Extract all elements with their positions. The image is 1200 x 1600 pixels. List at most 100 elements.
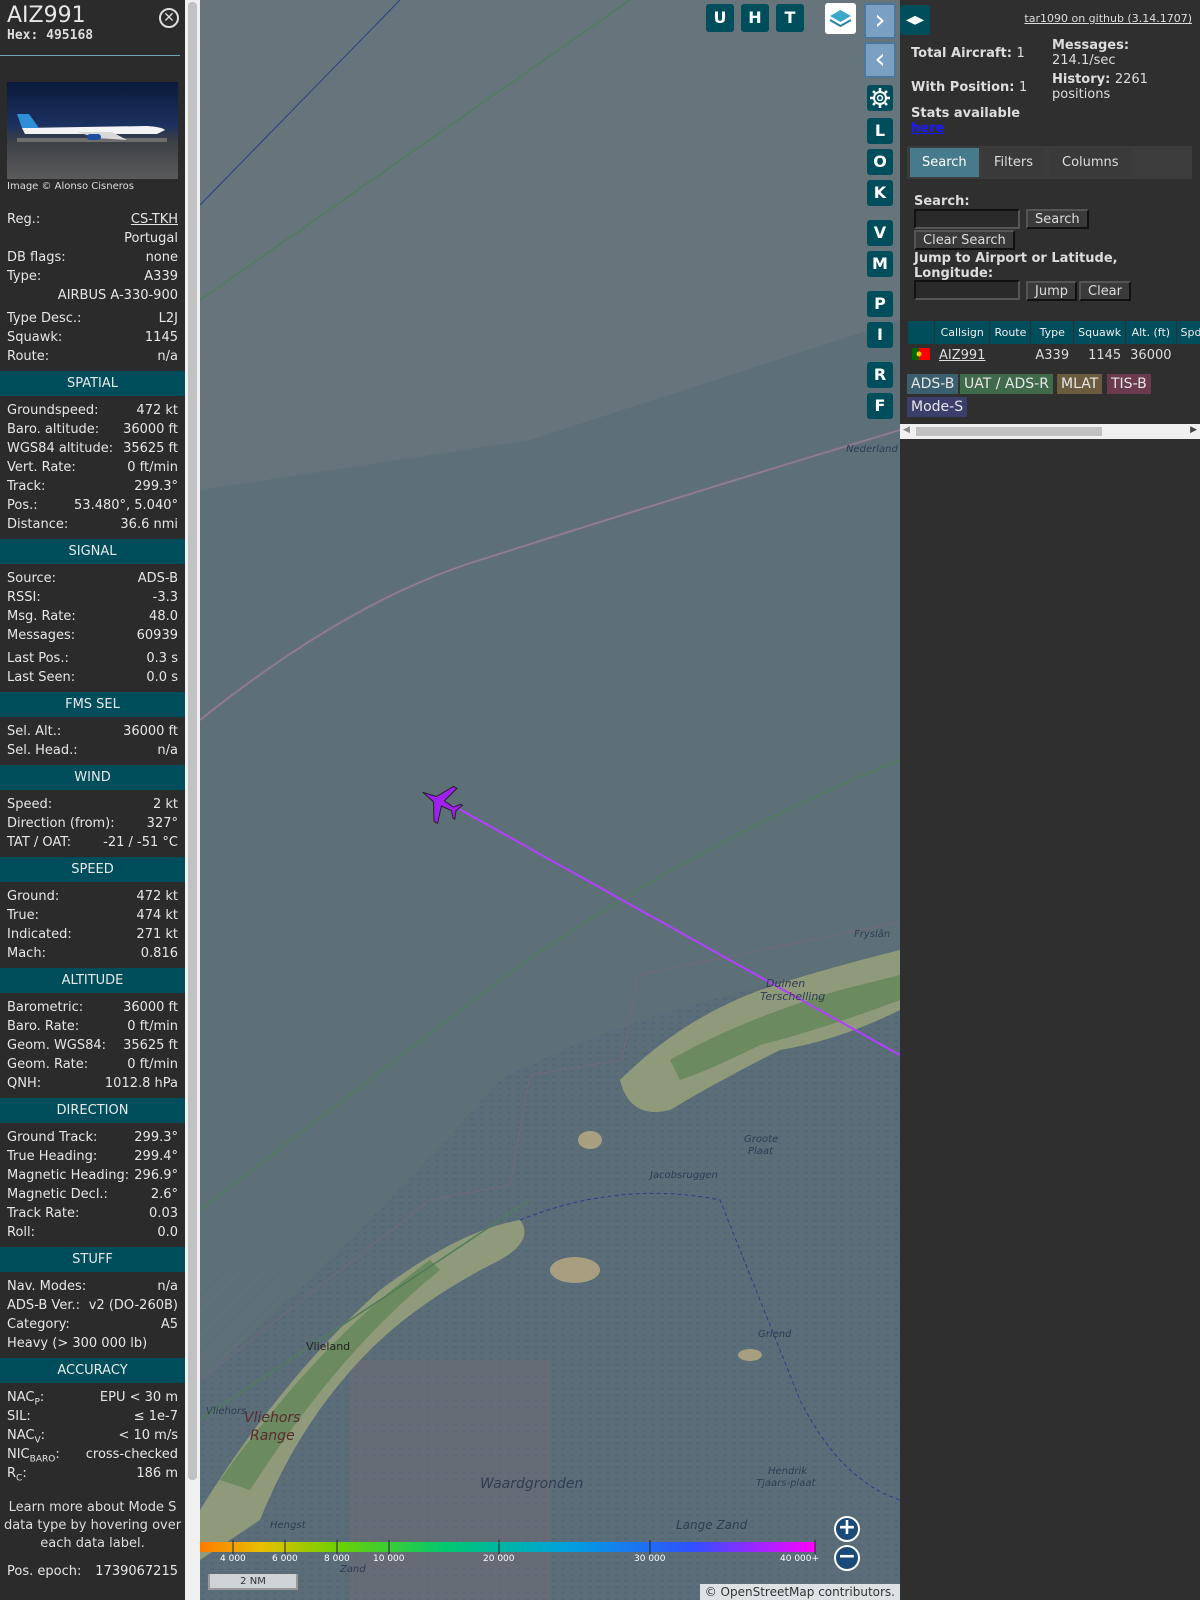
aircraft-photo[interactable] [7, 82, 178, 179]
tab-filters[interactable]: Filters [982, 148, 1045, 177]
info-row: NACP: EPU < 30 m [0, 1388, 185, 1408]
info-value: 60939 [136, 628, 178, 643]
scroll-left-icon[interactable]: ◀ [903, 425, 910, 435]
info-label: Mach: [7, 946, 46, 961]
zoom-out-button[interactable]: − [834, 1545, 860, 1571]
col-callsign[interactable]: Callsign [933, 320, 991, 345]
section-header[interactable]: FMS SEL [0, 692, 185, 717]
badge-adsb: ADS-B [907, 374, 959, 394]
map-button-i[interactable]: I [867, 322, 893, 348]
section-header[interactable]: WIND [0, 765, 185, 790]
clear-jump-button[interactable]: Clear [1079, 281, 1131, 301]
info-scrollbar[interactable] [185, 0, 200, 1600]
map-button-f[interactable]: F [867, 393, 893, 419]
chevron-left-icon[interactable]: ‹ [864, 42, 896, 78]
table-hscrollbar-thumb[interactable] [916, 427, 1102, 436]
zoom-in-button[interactable]: + [834, 1516, 860, 1542]
chevron-right-icon[interactable]: › [864, 3, 896, 39]
map-button-h[interactable]: H [741, 4, 769, 32]
info-row: Ground Track: 299.3° [0, 1128, 185, 1147]
altitude-tick-label: 10 000 [373, 1554, 405, 1564]
info-label: DB flags: [7, 250, 66, 265]
info-row: Track: 299.3° [0, 477, 185, 496]
col-route[interactable]: Route [989, 320, 1032, 345]
info-row: AIRBUS A-330-900 [0, 286, 185, 305]
info-label: Sel. Head.: [7, 743, 78, 758]
col-squawk[interactable]: Squawk [1073, 320, 1127, 345]
jump-button[interactable]: Jump [1026, 281, 1077, 301]
col-type[interactable]: Type [1030, 320, 1075, 345]
info-value: -21 / -51 °C [103, 835, 178, 850]
aircraft-photo-plane [17, 114, 167, 142]
section-header[interactable]: ALTITUDE [0, 968, 185, 993]
map-button-k[interactable]: K [867, 180, 893, 206]
info-label: ADS-B Ver.: [7, 1298, 80, 1313]
info-label: Baro. altitude: [7, 422, 100, 437]
map-button-v[interactable]: V [867, 220, 893, 246]
section-header[interactable]: DIRECTION [0, 1098, 185, 1123]
info-label: Barometric: [7, 1000, 84, 1015]
close-icon[interactable]: ✕ [159, 8, 179, 28]
map-label: Nederland [846, 444, 898, 455]
aircraft-marker-icon[interactable] [413, 775, 468, 830]
tab-search[interactable]: Search [910, 148, 979, 177]
section-header[interactable]: ACCURACY [0, 1358, 185, 1383]
registration-link[interactable]: CS-TKH [131, 212, 178, 227]
total-aircraft: Total Aircraft: 1 [911, 46, 1025, 61]
info-row: Sel. Alt.: 36000 ft [0, 722, 185, 741]
section-header[interactable]: SPEED [0, 857, 185, 882]
section-header[interactable]: STUFF [0, 1247, 185, 1272]
info-row: Messages: 60939 [0, 626, 185, 645]
jump-input[interactable] [914, 280, 1020, 300]
col-altitude[interactable]: Alt. (ft) [1125, 320, 1177, 345]
altitude-legend-labels: 4 000 6 000 8 000 10 000 20 000 30 000 4… [200, 1554, 820, 1568]
info-scrollbar-thumb[interactable] [188, 2, 197, 1480]
info-row: True: 474 kt [0, 906, 185, 925]
table-hscrollbar[interactable]: ◀ ▶ [900, 424, 1200, 439]
search-button[interactable]: Search [1026, 209, 1089, 229]
osm-link[interactable]: OpenStreetMap [721, 1585, 815, 1599]
col-flag[interactable] [907, 320, 935, 345]
total-aircraft-value: 1 [1016, 46, 1025, 61]
tab-columns[interactable]: Columns [1050, 148, 1131, 177]
section-header[interactable]: SIGNAL [0, 539, 185, 564]
settings-button[interactable] [867, 85, 893, 111]
map-button-r[interactable]: R [867, 362, 893, 388]
info-label: Direction (from): [7, 816, 115, 831]
info-label-text: NIC [7, 1447, 30, 1462]
map-attribution: © OpenStreetMap contributors. [699, 1584, 900, 1600]
stats-link[interactable]: here [911, 121, 944, 136]
info-label: Vert. Rate: [7, 460, 76, 475]
map-button-t[interactable]: T [776, 4, 804, 32]
scroll-right-icon[interactable]: ▶ [1190, 425, 1197, 435]
callsign-cell[interactable]: AIZ991 [933, 344, 991, 367]
toggle-panel-button[interactable]: ◂▸ [900, 5, 930, 35]
map-button-l[interactable]: L [867, 118, 893, 144]
info-value[interactable]: CS-TKH [131, 210, 178, 229]
gear-icon [870, 88, 890, 108]
altitude-legend [200, 1540, 816, 1554]
map-button-m[interactable]: M [867, 251, 893, 277]
col-speed[interactable]: Spd. [1175, 320, 1200, 345]
info-label: Ground Track: [7, 1130, 98, 1145]
info-value: 0 ft/min [127, 1019, 178, 1034]
map-button-u[interactable]: U [706, 4, 734, 32]
map-label: Jacobsruggen [650, 1170, 718, 1181]
search-input[interactable] [914, 209, 1020, 229]
layers-button[interactable] [825, 3, 856, 34]
squawk-cell: 1145 [1073, 344, 1127, 367]
clear-search-button[interactable]: Clear Search [914, 230, 1015, 250]
history-unit: positions [1052, 87, 1111, 102]
info-row: RSSI: -3.3 [0, 588, 185, 607]
stats-here-link[interactable]: here [911, 121, 944, 136]
map-button-o[interactable]: O [867, 149, 893, 175]
map[interactable]: Nederland Fryslân Duinen Terschelling Gr… [200, 0, 900, 1600]
github-link[interactable]: tar1090 on github (3.14.1707) [1024, 12, 1192, 25]
info-value: L2J [158, 311, 178, 326]
section-header[interactable]: SPATIAL [0, 371, 185, 396]
info-label-text: NAC [7, 1428, 35, 1443]
map-button-p[interactable]: P [867, 291, 893, 317]
table-row[interactable]: AIZ991 A339 1145 36000 [907, 344, 1200, 367]
info-value: none [145, 250, 178, 265]
info-label: QNH: [7, 1076, 42, 1091]
